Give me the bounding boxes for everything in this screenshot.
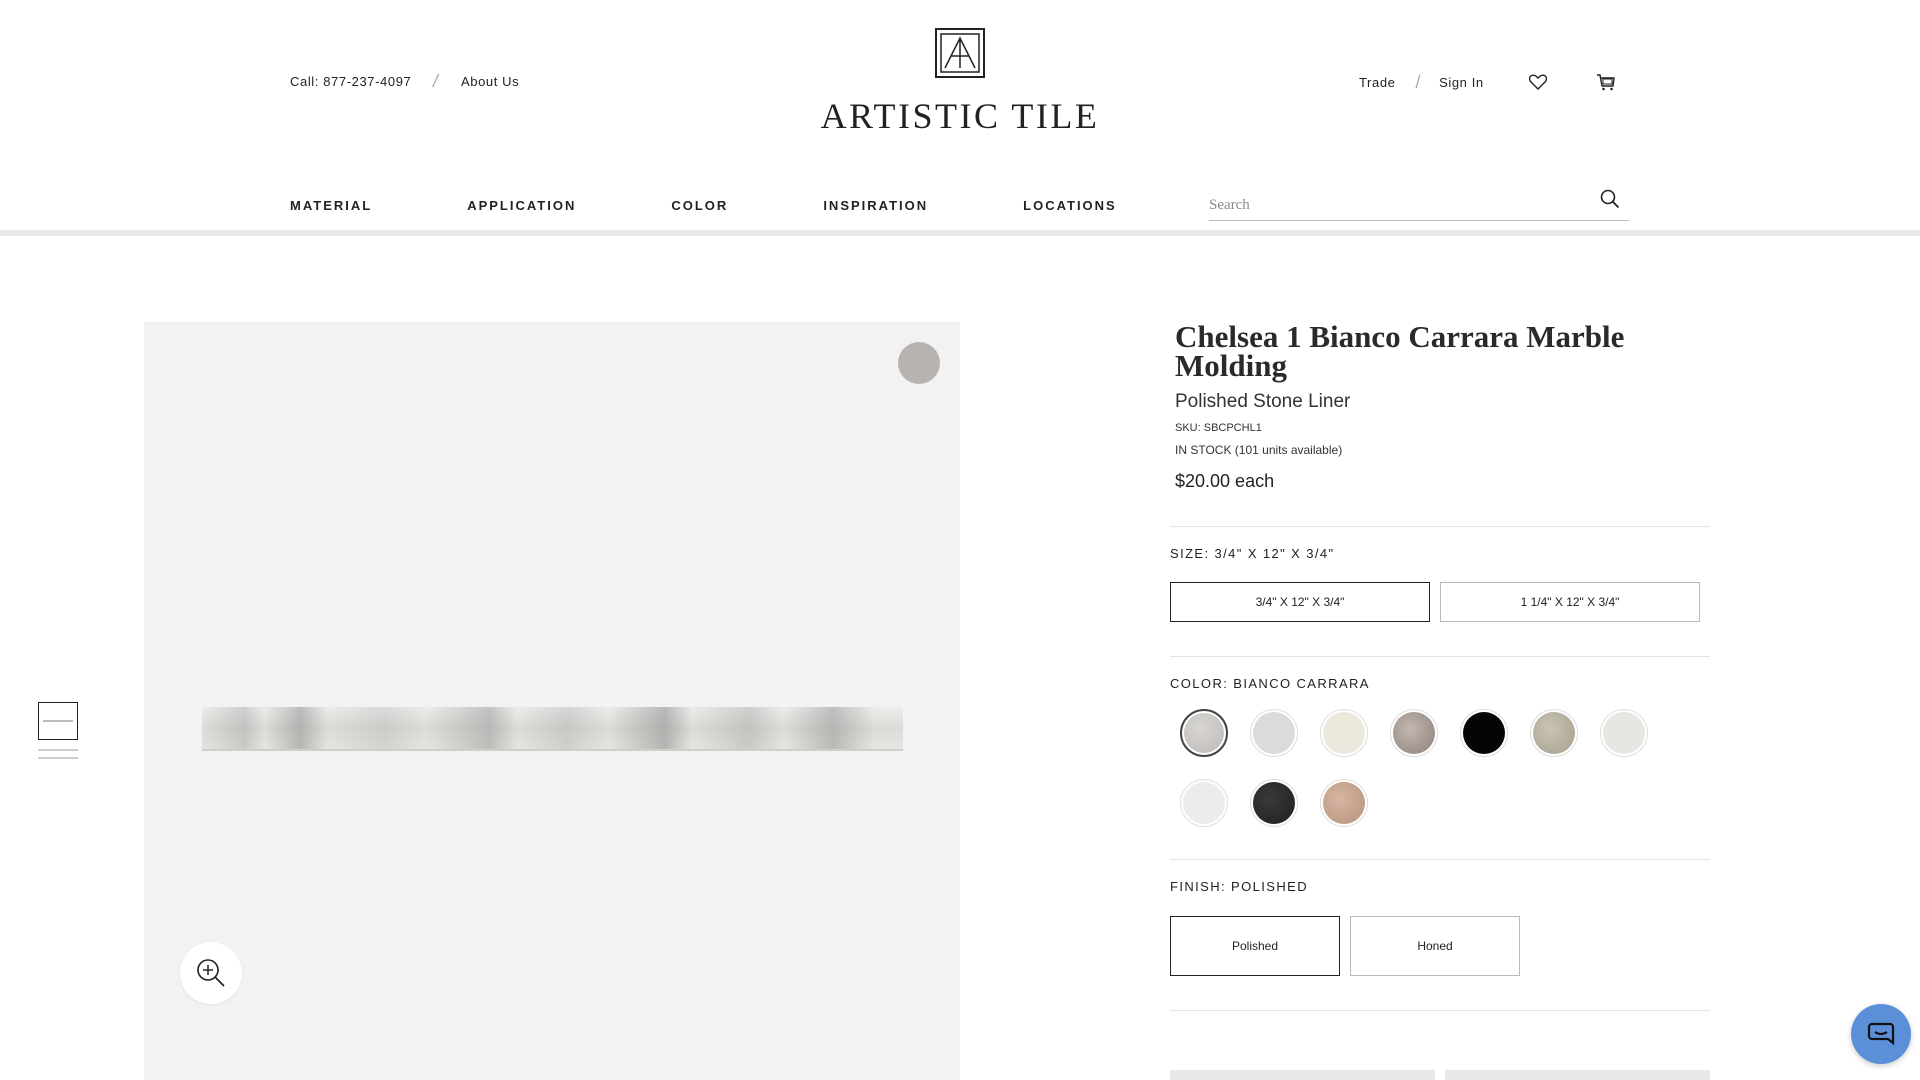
finish-options: Polished Honed bbox=[1170, 916, 1710, 976]
search-bar bbox=[1209, 188, 1629, 221]
zoom-in-icon[interactable] bbox=[180, 942, 242, 1004]
color-swatch[interactable] bbox=[1250, 779, 1298, 827]
color-swatch[interactable] bbox=[1180, 709, 1228, 757]
thumbnail[interactable] bbox=[38, 757, 78, 759]
phone-link[interactable]: Call: 877-237-4097 bbox=[290, 74, 411, 89]
chat-icon[interactable] bbox=[1851, 1004, 1911, 1064]
color-swatch[interactable] bbox=[1320, 709, 1368, 757]
divider bbox=[1170, 859, 1710, 860]
color-swatches bbox=[1170, 709, 1710, 827]
main-nav: MATERIAL APPLICATION COLOR INSPIRATION L… bbox=[290, 198, 1117, 213]
thumbnail-list bbox=[38, 702, 78, 759]
color-swatch[interactable] bbox=[1320, 779, 1368, 827]
product-price: $20.00 each bbox=[1175, 471, 1275, 491]
nav-item-locations[interactable]: LOCATIONS bbox=[1023, 198, 1117, 213]
utility-right: Trade / Sign In bbox=[1359, 70, 1618, 94]
separator: / bbox=[431, 71, 441, 91]
action-button[interactable] bbox=[1445, 1070, 1710, 1080]
add-to-wishlist-button[interactable] bbox=[898, 342, 940, 384]
nav-item-material[interactable]: MATERIAL bbox=[290, 198, 372, 213]
utility-left: Call: 877-237-4097 / About Us bbox=[290, 71, 519, 92]
color-swatch[interactable] bbox=[1600, 709, 1648, 757]
size-option-button[interactable]: 3/4" X 12" X 3/4" bbox=[1170, 582, 1430, 622]
color-swatch[interactable] bbox=[1460, 709, 1508, 757]
color-label: COLOR: BIANCO CARRARA bbox=[1170, 676, 1370, 691]
separator: / bbox=[1415, 71, 1422, 92]
divider bbox=[1170, 526, 1710, 527]
search-input[interactable] bbox=[1209, 188, 1589, 218]
color-swatch[interactable] bbox=[1250, 709, 1298, 757]
stock-status: IN STOCK (101 units available) bbox=[1175, 443, 1343, 457]
size-label: SIZE: 3/4" X 12" X 3/4" bbox=[1170, 546, 1335, 561]
finish-option-button[interactable]: Honed bbox=[1350, 916, 1520, 976]
divider bbox=[1170, 1010, 1710, 1011]
action-buttons-row bbox=[1170, 1070, 1710, 1080]
nav-item-application[interactable]: APPLICATION bbox=[467, 198, 576, 213]
product-subtitle: Polished Stone Liner bbox=[1175, 391, 1351, 412]
product-image-viewer[interactable] bbox=[144, 322, 960, 1080]
thumbnail[interactable] bbox=[38, 749, 78, 751]
size-option-button[interactable]: 1 1/4" X 12" X 3/4" bbox=[1440, 582, 1700, 622]
size-options: 3/4" X 12" X 3/4" 1 1/4" X 12" X 3/4" bbox=[1170, 582, 1710, 622]
about-us-link[interactable]: About Us bbox=[461, 74, 519, 89]
color-swatch[interactable] bbox=[1390, 709, 1438, 757]
logo-mark-icon bbox=[935, 28, 985, 78]
logo-text: ARTISTIC TILE bbox=[820, 96, 1100, 136]
heart-icon[interactable] bbox=[1526, 70, 1550, 94]
product-title: Chelsea 1 Bianco Carrara Marble Molding bbox=[1175, 319, 1625, 383]
sign-in-link[interactable]: Sign In bbox=[1439, 75, 1484, 90]
site-logo[interactable]: ARTISTIC TILE bbox=[810, 28, 1110, 137]
nav-item-inspiration[interactable]: INSPIRATION bbox=[823, 198, 928, 213]
nav-item-color[interactable]: COLOR bbox=[671, 198, 728, 213]
thumbnail-selected[interactable] bbox=[38, 702, 78, 740]
color-swatch[interactable] bbox=[1530, 709, 1578, 757]
trade-link[interactable]: Trade bbox=[1359, 75, 1395, 90]
action-button[interactable] bbox=[1170, 1070, 1435, 1080]
product-sku: SKU: SBCPCHL1 bbox=[1175, 422, 1262, 434]
search-icon[interactable] bbox=[1599, 188, 1621, 210]
divider bbox=[1170, 656, 1710, 657]
finish-option-button[interactable]: Polished bbox=[1170, 916, 1340, 976]
color-swatch[interactable] bbox=[1180, 779, 1228, 827]
finish-label: FINISH: POLISHED bbox=[1170, 879, 1308, 894]
product-info: Chelsea 1 Bianco Carrara Marble Molding … bbox=[1170, 319, 1710, 1011]
cart-icon[interactable] bbox=[1594, 70, 1618, 94]
product-image bbox=[202, 707, 903, 751]
site-header: Call: 877-237-4097 / About Us ARTISTIC T… bbox=[0, 0, 1920, 236]
